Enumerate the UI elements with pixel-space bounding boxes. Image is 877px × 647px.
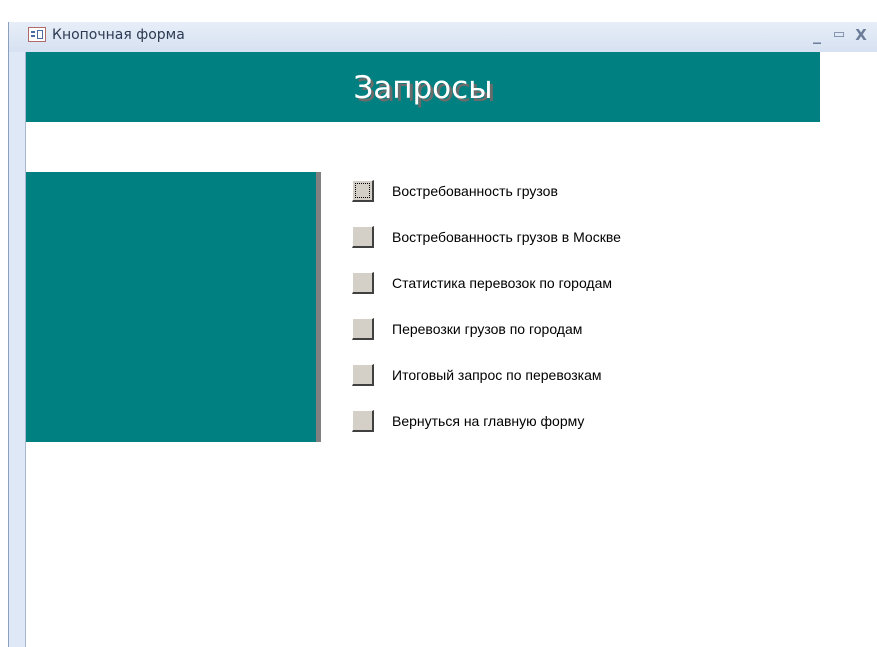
close-button[interactable]: X	[852, 25, 870, 45]
menu-button[interactable]	[352, 226, 374, 248]
menu-item-cargo-by-city[interactable]: Перевозки грузов по городам	[352, 318, 772, 342]
menu-item-back-to-main[interactable]: Вернуться на главную форму	[352, 410, 772, 434]
menu-button[interactable]	[352, 318, 374, 340]
menu-item-label[interactable]: Востребованность грузов в Москве	[392, 229, 621, 245]
menu-item-label[interactable]: Перевозки грузов по городам	[392, 321, 582, 337]
menu-item-label[interactable]: Вернуться на главную форму	[392, 413, 584, 429]
form-title: Запросы	[353, 70, 493, 106]
menu-item-cargo-demand[interactable]: Востребованность грузов	[352, 180, 772, 204]
menu-button[interactable]	[352, 364, 374, 386]
decorative-panel	[26, 172, 321, 442]
menu-item-cargo-demand-moscow[interactable]: Востребованность грузов в Москве	[352, 226, 772, 250]
title-bar[interactable]: Кнопочная форма _ ▭ X	[9, 22, 877, 52]
menu-item-label[interactable]: Востребованность грузов	[392, 183, 558, 199]
minimize-button[interactable]: _	[808, 25, 826, 45]
maximize-button[interactable]: ▭	[830, 25, 848, 45]
menu-button[interactable]	[352, 180, 374, 202]
form-icon	[28, 27, 46, 42]
menu-button[interactable]	[352, 410, 374, 432]
menu-item-transport-stats[interactable]: Статистика перевозок по городам	[352, 272, 772, 296]
menu-item-summary-query[interactable]: Итоговый запрос по перевозкам	[352, 364, 772, 388]
menu-item-label[interactable]: Статистика перевозок по городам	[392, 275, 612, 291]
window-title: Кнопочная форма	[52, 27, 185, 43]
menu-item-label[interactable]: Итоговый запрос по перевозкам	[392, 367, 602, 383]
header-band: Запросы	[26, 52, 820, 122]
switchboard-form: Запросы Востребованность грузов Востребо…	[25, 52, 877, 647]
menu-button[interactable]	[352, 272, 374, 294]
access-form-window: Кнопочная форма _ ▭ X Запросы Востребова…	[8, 22, 877, 647]
